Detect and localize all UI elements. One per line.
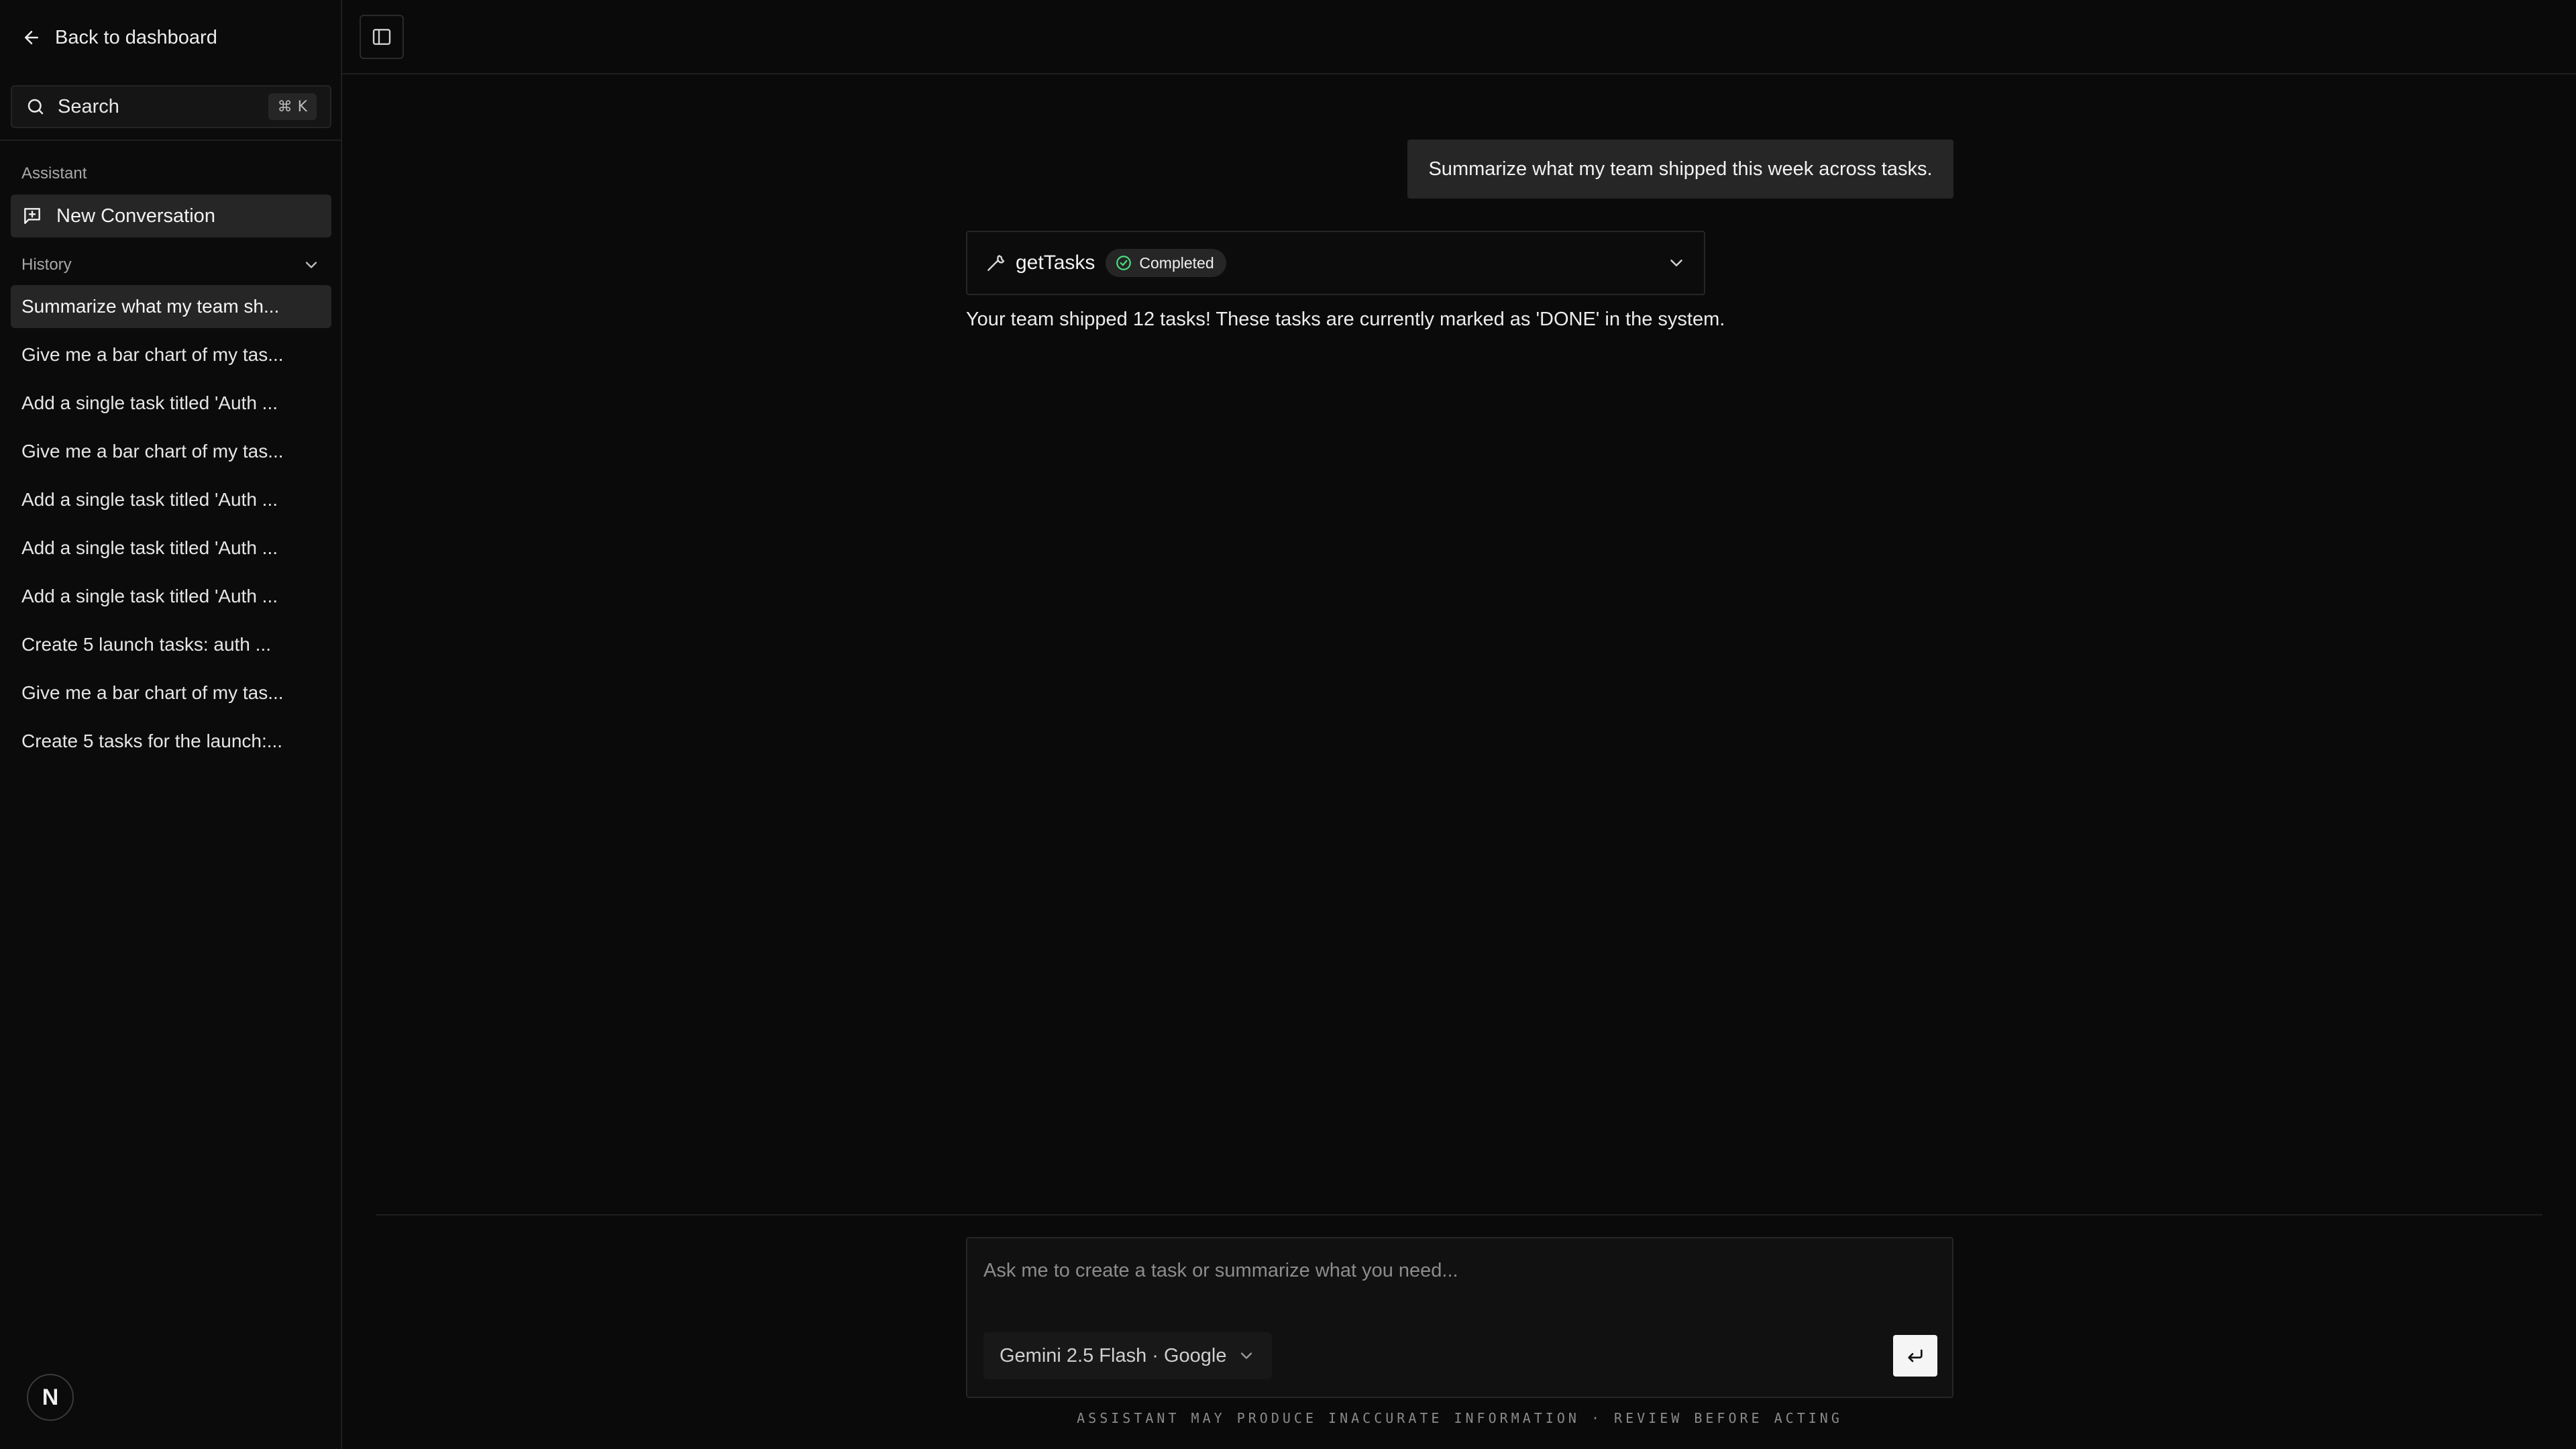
history-label: History bbox=[21, 256, 72, 274]
model-selector-label: Gemini 2.5 Flash · Google bbox=[1000, 1344, 1227, 1366]
history-list: Summarize what my team sh... Give me a b… bbox=[11, 285, 331, 768]
history-item-label: Give me a bar chart of my tas... bbox=[21, 682, 284, 703]
composer: Gemini 2.5 Flash · Google bbox=[966, 1237, 1953, 1398]
history-item[interactable]: Add a single task titled 'Auth ... bbox=[11, 382, 331, 425]
status-badge-label: Completed bbox=[1139, 254, 1214, 272]
history-item-label: Add a single task titled 'Auth ... bbox=[21, 537, 278, 558]
history-item[interactable]: Give me a bar chart of my tas... bbox=[11, 430, 331, 473]
check-circle-icon bbox=[1116, 256, 1132, 270]
history-item-label: Give me a bar chart of my tas... bbox=[21, 441, 284, 462]
history-item[interactable]: Create 5 tasks for the launch:... bbox=[11, 720, 331, 763]
command-key-icon: ⌘ bbox=[277, 98, 292, 115]
history-item[interactable]: Give me a bar chart of my tas... bbox=[11, 333, 331, 376]
search-icon bbox=[28, 99, 44, 115]
enter-arrow-icon bbox=[1908, 1349, 1923, 1362]
new-conversation-button[interactable]: New Conversation bbox=[11, 195, 331, 237]
history-item-label: Add a single task titled 'Auth ... bbox=[21, 392, 278, 413]
send-button[interactable] bbox=[1893, 1335, 1937, 1377]
message-input[interactable] bbox=[983, 1257, 1923, 1284]
search-label: Search bbox=[58, 95, 119, 117]
history-item[interactable]: Add a single task titled 'Auth ... bbox=[11, 527, 331, 570]
tool-call-card[interactable]: getTasks Completed bbox=[966, 231, 1705, 295]
tool-name: getTasks bbox=[1016, 252, 1095, 274]
model-selector[interactable]: Gemini 2.5 Flash · Google bbox=[983, 1332, 1273, 1379]
history-toggle[interactable]: History bbox=[21, 254, 321, 276]
message-plus-icon bbox=[24, 208, 40, 224]
new-conversation-label: New Conversation bbox=[56, 205, 215, 227]
assistant-message: Your team shipped 12 tasks! These tasks … bbox=[966, 309, 1725, 330]
toggle-sidebar-button[interactable] bbox=[360, 15, 404, 59]
search-shortcut: ⌘ K bbox=[268, 93, 317, 120]
history-item-label: Give me a bar chart of my tas... bbox=[21, 344, 284, 365]
sidebar-panel-icon bbox=[372, 29, 391, 45]
composer-divider bbox=[376, 1214, 2542, 1216]
sidebar-divider bbox=[0, 140, 341, 141]
assistant-app: Back to dashboard Search ⌘ K Assistant N… bbox=[0, 0, 2576, 1449]
arrow-left-icon bbox=[25, 31, 38, 44]
wrench-icon bbox=[987, 255, 1005, 271]
back-to-dashboard-label: Back to dashboard bbox=[55, 26, 217, 48]
back-to-dashboard-link[interactable]: Back to dashboard bbox=[21, 24, 217, 51]
search-input[interactable]: Search ⌘ K bbox=[11, 85, 331, 128]
top-bar bbox=[342, 0, 2576, 74]
history-item[interactable]: Add a single task titled 'Auth ... bbox=[11, 575, 331, 618]
history-item[interactable]: Summarize what my team sh... bbox=[11, 285, 331, 328]
chevron-down-icon bbox=[1670, 260, 1682, 266]
chevron-down-icon bbox=[1241, 1352, 1252, 1359]
shortcut-key: K bbox=[297, 98, 307, 115]
disclaimer-text: ASSISTANT MAY PRODUCE INACCURATE INFORMA… bbox=[1077, 1410, 1843, 1426]
sidebar: Back to dashboard Search ⌘ K Assistant N… bbox=[0, 0, 342, 1449]
history-item-label: Summarize what my team sh... bbox=[21, 296, 280, 317]
history-item-label: Add a single task titled 'Auth ... bbox=[21, 586, 278, 606]
user-message: Summarize what my team shipped this week… bbox=[1407, 140, 1953, 199]
history-item-label: Add a single task titled 'Auth ... bbox=[21, 489, 278, 510]
history-item[interactable]: Create 5 launch tasks: auth ... bbox=[11, 623, 331, 666]
assistant-section-label: Assistant bbox=[21, 164, 87, 182]
history-item-label: Create 5 tasks for the launch:... bbox=[21, 731, 283, 751]
avatar[interactable]: N bbox=[27, 1374, 74, 1421]
history-item-label: Create 5 launch tasks: auth ... bbox=[21, 634, 271, 655]
history-item[interactable]: Give me a bar chart of my tas... bbox=[11, 672, 331, 714]
chevron-down-icon bbox=[305, 262, 317, 268]
history-item[interactable]: Add a single task titled 'Auth ... bbox=[11, 478, 331, 521]
status-badge: Completed bbox=[1106, 249, 1226, 277]
